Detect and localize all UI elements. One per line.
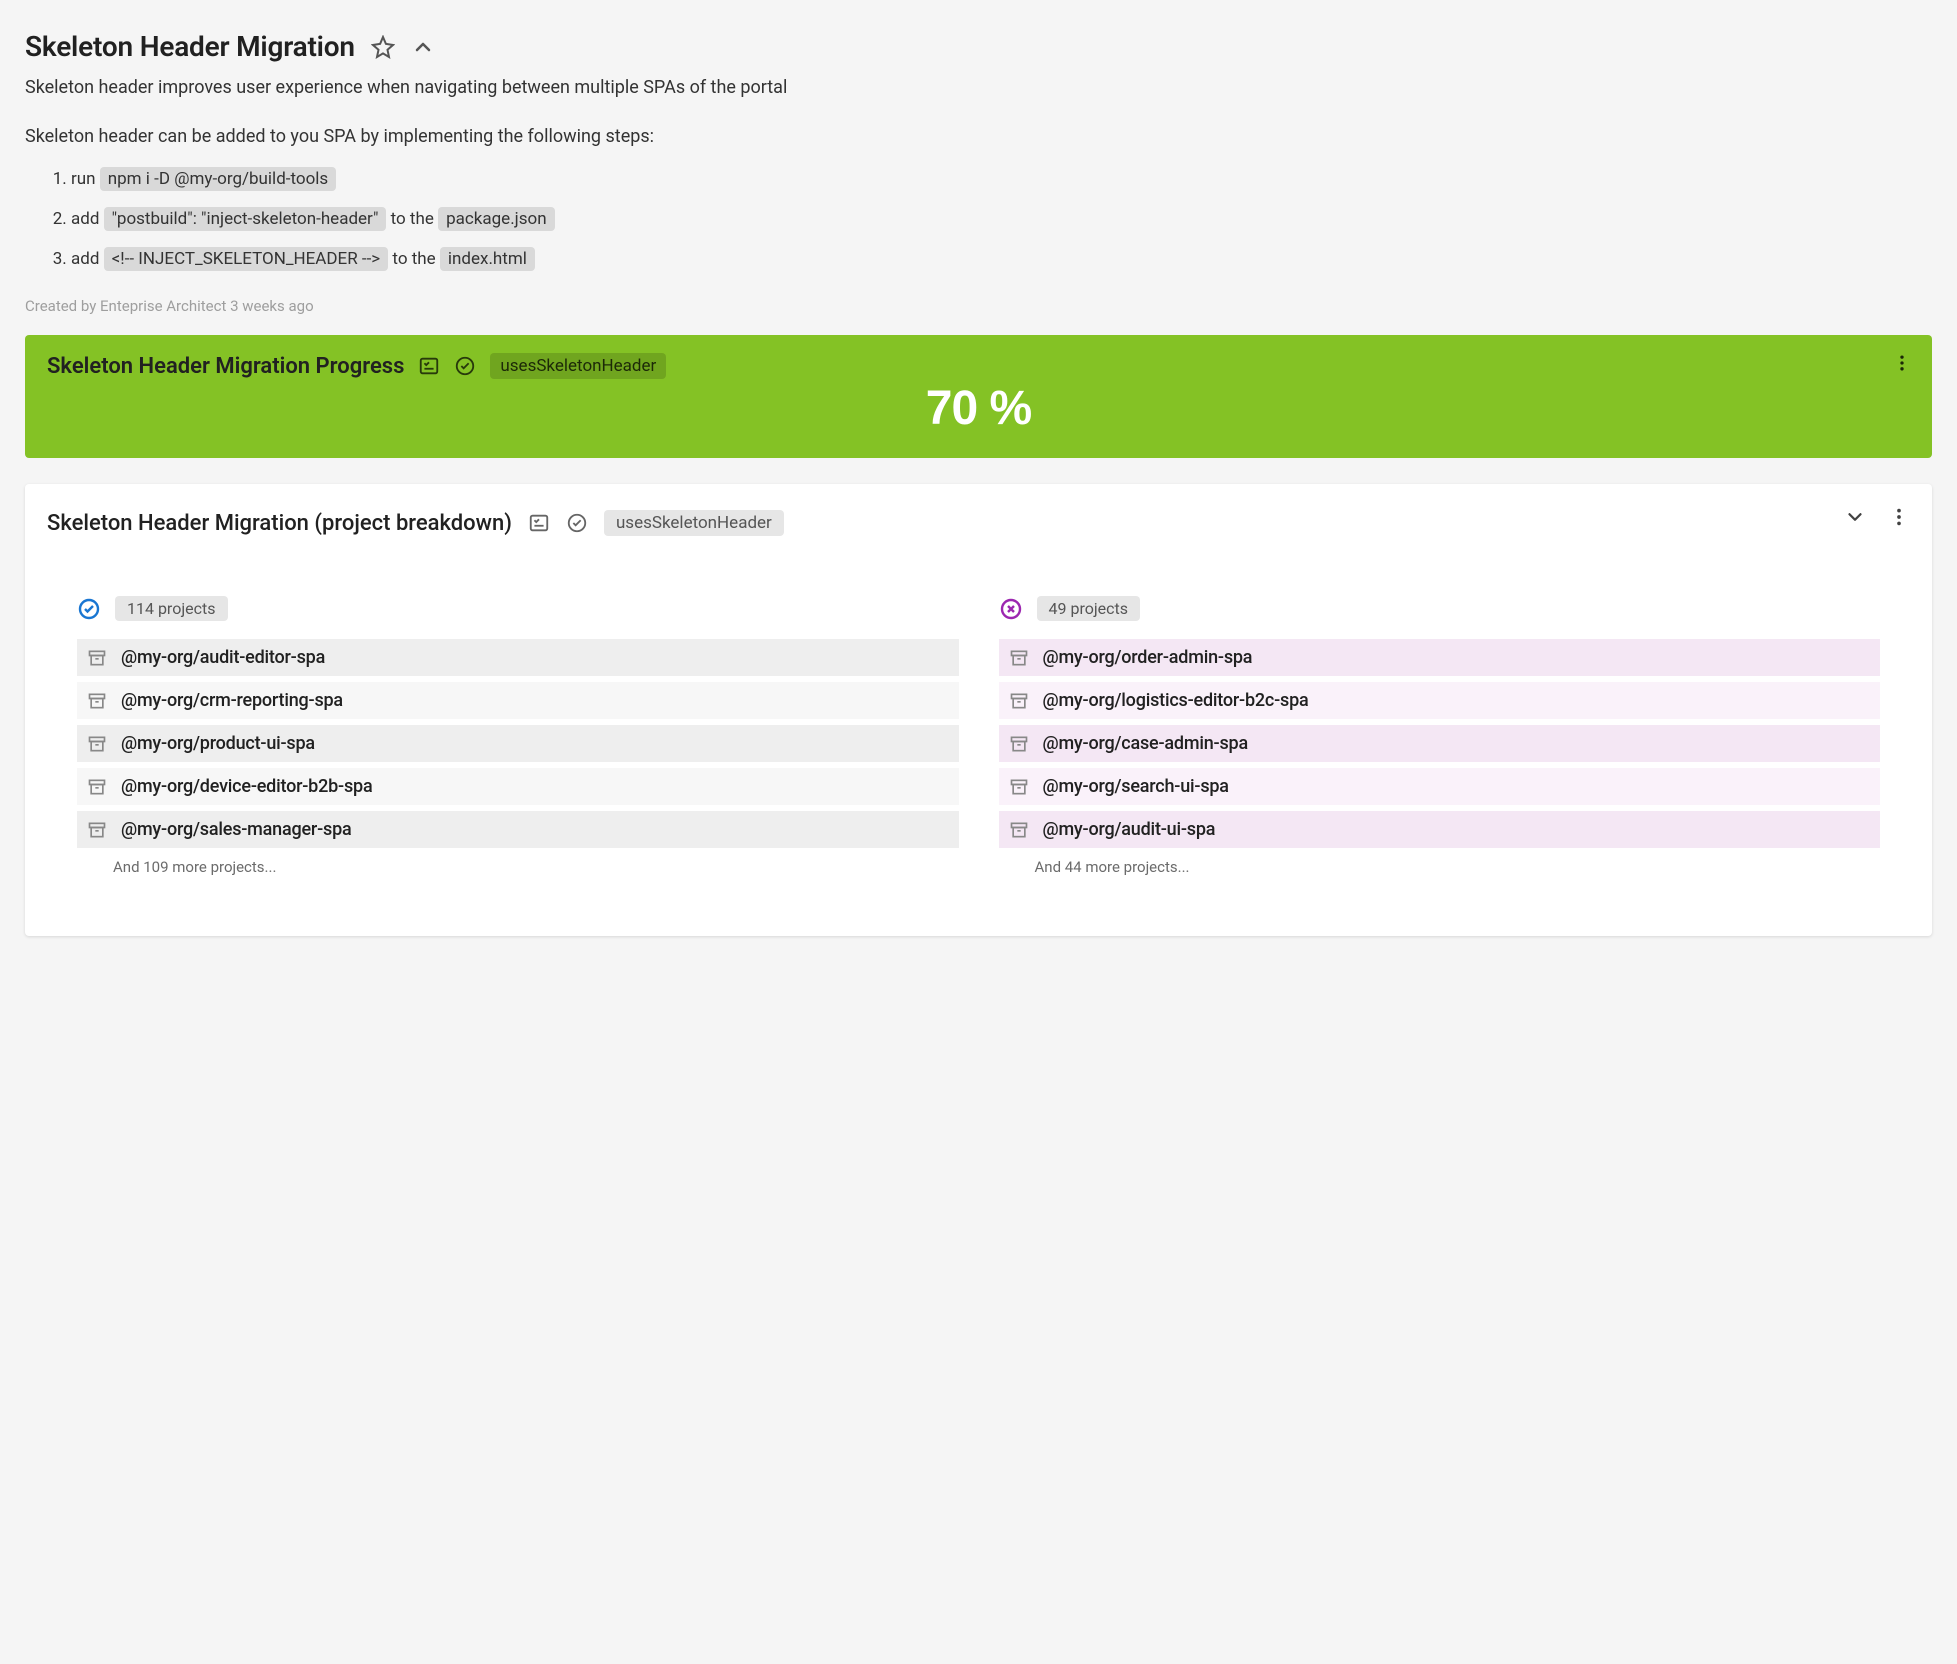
- check-circle-icon: [77, 597, 101, 621]
- project-row[interactable]: @my-org/sales-manager-spa: [77, 811, 959, 848]
- collapse-icon[interactable]: [411, 35, 435, 59]
- project-name: @my-org/sales-manager-spa: [121, 819, 352, 840]
- page-subtitle: Skeleton header improves user experience…: [25, 77, 1932, 98]
- code-chip: package.json: [438, 207, 555, 231]
- project-count-badge: 114 projects: [115, 596, 228, 621]
- project-name: @my-org/device-editor-b2b-spa: [121, 776, 372, 797]
- archive-icon: [1009, 734, 1029, 754]
- check-circle-icon: [566, 512, 588, 534]
- created-meta: Created by Enteprise Architect 3 weeks a…: [25, 297, 1932, 315]
- archive-icon: [87, 734, 107, 754]
- metric-badge: usesSkeletonHeader: [604, 510, 784, 536]
- project-name: @my-org/logistics-editor-b2c-spa: [1043, 690, 1309, 711]
- project-row[interactable]: @my-org/search-ui-spa: [999, 768, 1881, 805]
- archive-icon: [87, 691, 107, 711]
- code-chip: "postbuild": "inject-skeleton-header": [104, 207, 387, 231]
- project-name: @my-org/crm-reporting-spa: [121, 690, 343, 711]
- metric-badge: usesSkeletonHeader: [490, 353, 666, 379]
- project-row[interactable]: @my-org/case-admin-spa: [999, 725, 1881, 762]
- project-name: @my-org/search-ui-spa: [1043, 776, 1229, 797]
- steps-intro: Skeleton header can be added to you SPA …: [25, 126, 1932, 147]
- breakdown-card-title: Skeleton Header Migration (project break…: [47, 511, 512, 536]
- archive-icon: [87, 820, 107, 840]
- progress-card: Skeleton Header Migration Progress usesS…: [25, 335, 1932, 458]
- archive-icon: [87, 777, 107, 797]
- project-row[interactable]: @my-org/device-editor-b2b-spa: [77, 768, 959, 805]
- more-projects-text: And 109 more projects...: [113, 858, 959, 876]
- progress-card-title: Skeleton Header Migration Progress: [47, 354, 404, 379]
- project-row[interactable]: @my-org/logistics-editor-b2c-spa: [999, 682, 1881, 719]
- pass-column: 114 projects @my-org/audit-editor-spa @m…: [77, 596, 959, 876]
- page-title: Skeleton Header Migration: [25, 30, 355, 63]
- kebab-menu-icon[interactable]: [1892, 351, 1912, 379]
- check-circle-icon: [454, 355, 476, 377]
- project-name: @my-org/case-admin-spa: [1043, 733, 1248, 754]
- project-row[interactable]: @my-org/audit-ui-spa: [999, 811, 1881, 848]
- archive-icon: [1009, 691, 1029, 711]
- x-circle-icon: [999, 597, 1023, 621]
- code-chip: npm i -D @my-org/build-tools: [100, 167, 336, 191]
- project-name: @my-org/audit-ui-spa: [1043, 819, 1216, 840]
- project-row[interactable]: @my-org/audit-editor-spa: [77, 639, 959, 676]
- archive-icon: [1009, 820, 1029, 840]
- breakdown-card: Skeleton Header Migration (project break…: [25, 484, 1932, 936]
- archive-icon: [1009, 648, 1029, 668]
- archive-icon: [1009, 777, 1029, 797]
- project-row[interactable]: @my-org/crm-reporting-spa: [77, 682, 959, 719]
- star-icon[interactable]: [371, 35, 395, 59]
- project-row[interactable]: @my-org/order-admin-spa: [999, 639, 1881, 676]
- project-name: @my-org/order-admin-spa: [1043, 647, 1253, 668]
- checklist-icon: [528, 512, 550, 534]
- progress-percent: 70 %: [47, 381, 1910, 436]
- fail-column: 49 projects @my-org/order-admin-spa @my-…: [999, 596, 1881, 876]
- chevron-down-icon[interactable]: [1844, 506, 1866, 528]
- checklist-icon: [418, 355, 440, 377]
- step-item: run npm i -D @my-org/build-tools: [71, 167, 1932, 191]
- project-count-badge: 49 projects: [1037, 596, 1141, 621]
- more-projects-text: And 44 more projects...: [1035, 858, 1881, 876]
- project-row[interactable]: @my-org/product-ui-spa: [77, 725, 959, 762]
- archive-icon: [87, 648, 107, 668]
- code-chip: <!-- INJECT_SKELETON_HEADER -->: [104, 247, 389, 271]
- kebab-menu-icon[interactable]: [1888, 506, 1910, 528]
- project-name: @my-org/product-ui-spa: [121, 733, 315, 754]
- step-item: add "postbuild": "inject-skeleton-header…: [71, 207, 1932, 231]
- step-item: add <!-- INJECT_SKELETON_HEADER --> to t…: [71, 247, 1932, 271]
- project-name: @my-org/audit-editor-spa: [121, 647, 325, 668]
- code-chip: index.html: [440, 247, 535, 271]
